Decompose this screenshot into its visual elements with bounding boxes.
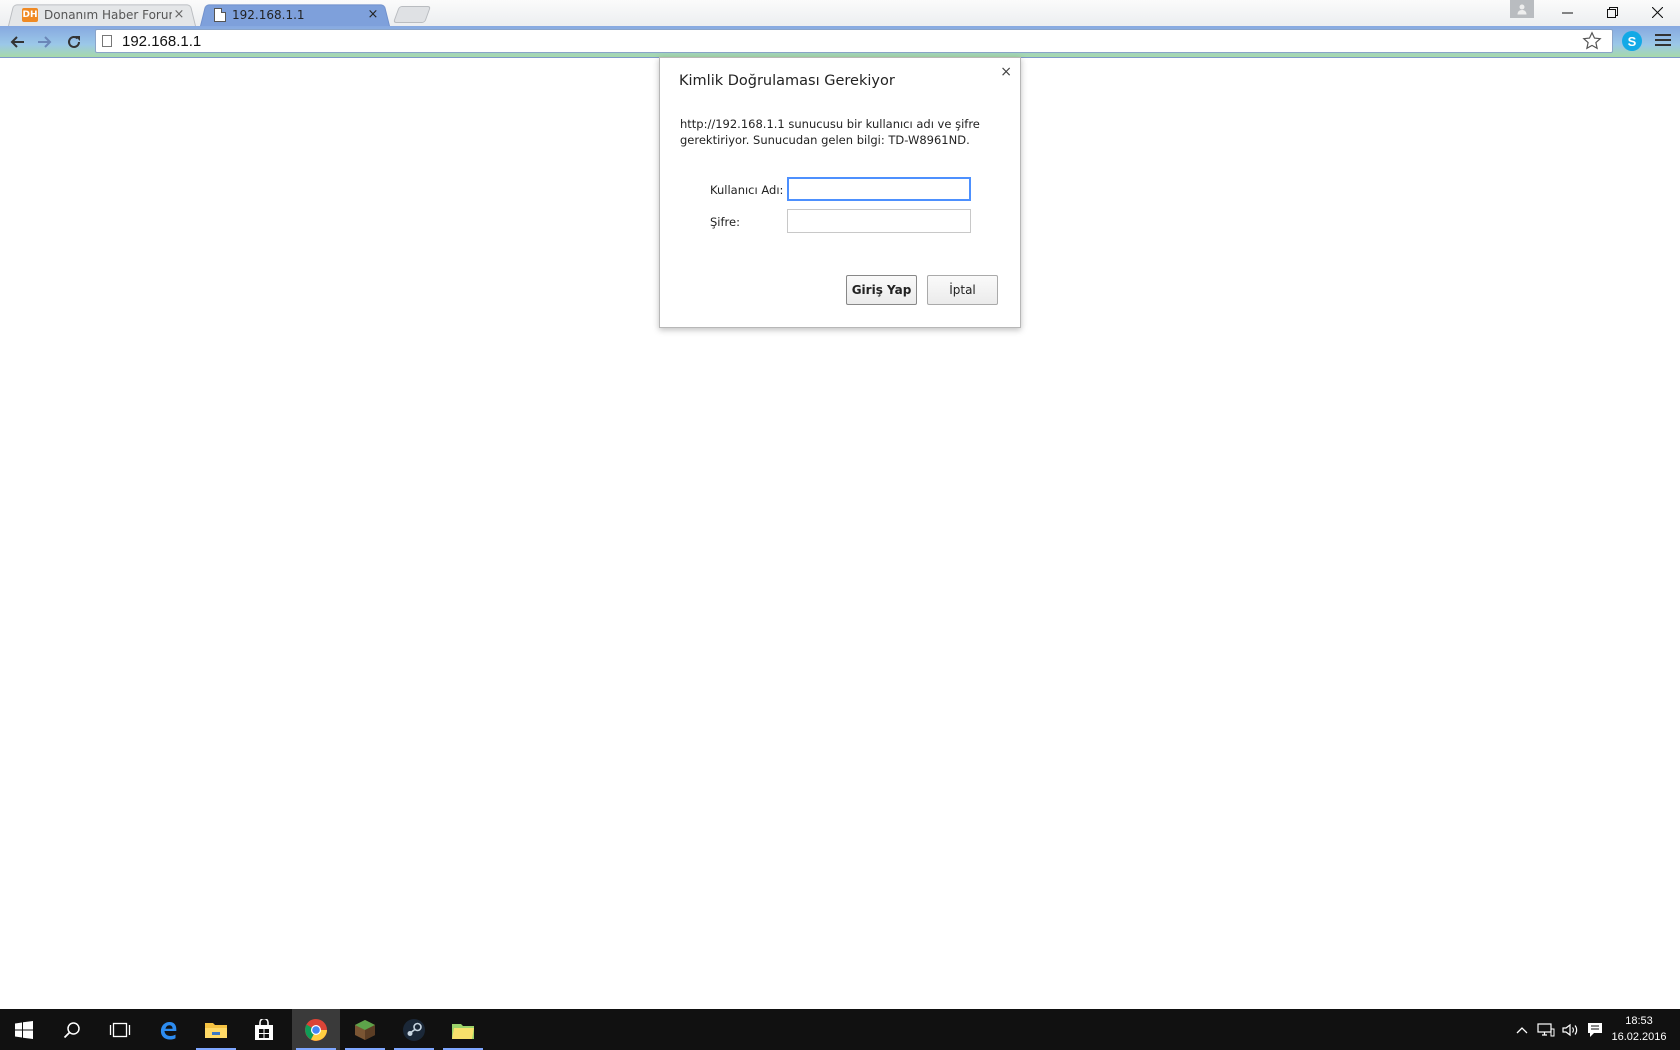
password-field[interactable] bbox=[787, 209, 971, 233]
minecraft-icon[interactable] bbox=[341, 1009, 389, 1050]
login-button[interactable]: Giriş Yap bbox=[846, 275, 917, 305]
taskbar: 18:53 16.02.2016 bbox=[0, 1009, 1680, 1050]
dialog-close-icon[interactable]: × bbox=[1000, 64, 1012, 80]
tab-donanim-haber[interactable]: DH Donanım Haber Forum × bbox=[8, 3, 196, 26]
close-window-button[interactable] bbox=[1635, 0, 1680, 24]
clock-time: 18:53 bbox=[1625, 1015, 1653, 1027]
search-icon[interactable] bbox=[48, 1009, 96, 1050]
dialog-message: http://192.168.1.1 sunucusu bir kullanıc… bbox=[680, 117, 980, 147]
minimize-button[interactable] bbox=[1545, 0, 1590, 24]
dh-favicon-icon: DH bbox=[22, 7, 38, 22]
back-arrow-icon[interactable] bbox=[5, 30, 29, 54]
network-icon[interactable] bbox=[1534, 1009, 1558, 1050]
page-info-icon[interactable] bbox=[102, 35, 112, 47]
dialog-title: Kimlik Doğrulaması Gerekiyor bbox=[679, 73, 895, 89]
new-tab-button[interactable] bbox=[392, 6, 432, 23]
hamburger-menu-icon[interactable] bbox=[1655, 34, 1671, 49]
start-icon[interactable] bbox=[0, 1009, 48, 1050]
volume-icon[interactable] bbox=[1559, 1009, 1583, 1050]
tab-title: 192.168.1.1 bbox=[232, 7, 305, 22]
taskbar-clock[interactable]: 18:53 16.02.2016 bbox=[1604, 1013, 1674, 1045]
tab-close-icon[interactable]: × bbox=[172, 7, 186, 22]
profile-avatar-icon[interactable] bbox=[1510, 0, 1534, 18]
tab-router-login[interactable]: 192.168.1.1 × bbox=[200, 3, 390, 26]
store-icon[interactable] bbox=[240, 1009, 288, 1050]
forward-arrow-icon[interactable] bbox=[33, 30, 57, 54]
address-bar[interactable] bbox=[95, 29, 1613, 53]
restore-button[interactable] bbox=[1590, 0, 1635, 24]
reload-icon[interactable] bbox=[62, 30, 86, 54]
skype-icon[interactable]: S bbox=[1622, 31, 1642, 51]
show-hidden-icons-icon[interactable] bbox=[1512, 1009, 1532, 1050]
folder-app-icon[interactable] bbox=[439, 1009, 487, 1050]
file-explorer-icon[interactable] bbox=[192, 1009, 240, 1050]
browser-titlebar: DH Donanım Haber Forum × 192.168.1.1 × bbox=[0, 0, 1680, 26]
tab-close-icon[interactable]: × bbox=[366, 7, 380, 22]
clock-date: 16.02.2016 bbox=[1611, 1031, 1667, 1043]
browser-toolbar: S bbox=[0, 26, 1680, 58]
window-controls bbox=[1545, 0, 1680, 24]
task-view-icon[interactable] bbox=[96, 1009, 144, 1050]
star-icon[interactable] bbox=[1582, 31, 1602, 55]
tab-title: Donanım Haber Forum bbox=[44, 7, 172, 22]
url-input[interactable] bbox=[122, 32, 1612, 50]
cancel-button[interactable]: İptal bbox=[927, 275, 998, 305]
username-field[interactable] bbox=[787, 177, 971, 201]
edge-icon[interactable] bbox=[144, 1009, 192, 1050]
auth-dialog: × Kimlik Doğrulaması Gerekiyor http://19… bbox=[659, 57, 1021, 328]
steam-icon[interactable] bbox=[390, 1009, 438, 1050]
chrome-icon[interactable] bbox=[292, 1009, 340, 1050]
username-label: Kullanıcı Adı: bbox=[710, 183, 784, 197]
page-favicon-icon bbox=[214, 7, 226, 22]
password-label: Şifre: bbox=[710, 215, 740, 229]
